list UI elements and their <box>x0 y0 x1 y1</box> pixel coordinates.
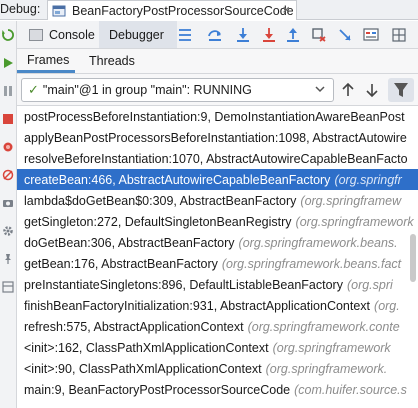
force-step-into-icon[interactable] <box>261 27 277 43</box>
frame-row[interactable]: resolveBeforeInstantiation:1070, Abstrac… <box>17 148 418 169</box>
frame-method: lambda$doGetBean$0:309, AbstractBeanFact… <box>24 193 297 208</box>
run-to-cursor-icon[interactable] <box>337 27 353 43</box>
run-config-tab[interactable]: BeanFactoryPostProcessorSourceCode × <box>47 0 297 20</box>
frame-row[interactable]: main:9, BeanFactoryPostProcessorSourceCo… <box>17 379 418 400</box>
frame-method: postProcessBeforeInstantiation:9, DemoIn… <box>24 109 405 124</box>
resume-icon[interactable] <box>2 57 14 69</box>
frame-package: (org.springframework.beans.fact <box>221 256 402 271</box>
debug-tool-window-header: Debug: BeanFactoryPostProcessorSourceCod… <box>0 0 418 20</box>
pin-icon[interactable] <box>2 253 14 265</box>
list-lines-icon[interactable] <box>177 27 193 43</box>
frame-row[interactable]: finishBeanFactoryInitialization:931, Abs… <box>17 295 418 316</box>
frame-row[interactable]: <init>:162, ClassPathXmlApplicationConte… <box>17 337 418 358</box>
previous-frame-icon[interactable] <box>339 81 357 99</box>
grid-icon[interactable] <box>391 27 407 43</box>
frame-method: resolveBeforeInstantiation:1070, Abstrac… <box>24 151 408 166</box>
console-tab-label: Console <box>49 27 95 42</box>
frame-method: applyBeanPostProcessorsBeforeInstantiati… <box>24 130 407 145</box>
layout-icon[interactable] <box>2 281 14 293</box>
frame-package: (org.springframew <box>300 193 402 208</box>
thread-dropdown-value: "main"@1 in group "main": RUNNING <box>42 83 252 97</box>
frame-package: (org.springfr <box>334 172 402 187</box>
frames-list: postProcessBeforeInstantiation:9, DemoIn… <box>17 106 418 408</box>
debugger-tab-label: Debugger <box>109 27 164 42</box>
camera-icon[interactable] <box>2 197 14 209</box>
frame-row[interactable]: refresh:575, AbstractApplicationContext(… <box>17 316 418 337</box>
frame-row[interactable]: getSingleton:272, DefaultSingletonBeanRe… <box>17 211 418 232</box>
frame-method: main:9, BeanFactoryPostProcessorSourceCo… <box>24 382 291 397</box>
left-action-bar <box>0 21 17 408</box>
view-breakpoints-icon[interactable] <box>2 141 14 153</box>
thread-selector-row: ✓ "main"@1 in group "main": RUNNING <box>17 74 418 106</box>
frame-method: getBean:176, AbstractBeanFactory <box>24 256 218 271</box>
frames-scrollbar[interactable] <box>408 106 418 408</box>
application-config-icon <box>52 4 66 18</box>
frame-row[interactable]: <init>:90, ClassPathXmlApplicationContex… <box>17 358 418 379</box>
thread-dropdown[interactable]: ✓ "main"@1 in group "main": RUNNING <box>21 78 334 102</box>
frame-row[interactable]: doGetBean:306, AbstractBeanFactory (org.s… <box>17 232 418 253</box>
frame-package: (org.springframework.conte <box>247 319 400 334</box>
step-into-icon[interactable] <box>235 27 251 43</box>
step-over-icon[interactable] <box>207 27 223 43</box>
stop-icon[interactable] <box>2 113 14 125</box>
frame-row[interactable]: preInstantiateSingletons:896, DefaultLis… <box>17 274 418 295</box>
debugger-toolbar: Console Debugger <box>17 21 418 49</box>
running-check-icon: ✓ <box>28 82 39 97</box>
frame-method: preInstantiateSingletons:896, DefaultLis… <box>24 277 343 292</box>
tab-frames-label: Frames <box>27 52 70 67</box>
frame-method: getSingleton:272, DefaultSingletonBeanRe… <box>24 214 292 229</box>
console-icon <box>29 28 43 41</box>
scrollbar-thumb[interactable] <box>410 234 416 282</box>
tab-frames[interactable]: Frames <box>17 49 75 73</box>
frame-method: createBean:466, AbstractAutowireCapableB… <box>24 172 331 187</box>
console-tab[interactable]: Console <box>17 21 99 48</box>
drop-frame-icon[interactable] <box>311 27 327 43</box>
frame-package: (org.springframework. <box>265 361 388 376</box>
debugger-tab[interactable]: Debugger <box>99 21 177 48</box>
frame-row[interactable]: createBean:466, AbstractAutowireCapableB… <box>17 169 418 190</box>
settings-icon[interactable] <box>2 225 14 237</box>
frame-row[interactable]: postProcessBeforeInstantiation:9, DemoIn… <box>17 106 418 127</box>
frame-package: (com.huifer.source.s <box>294 382 407 397</box>
frame-method: <init>:90, ClassPathXmlApplicationContex… <box>24 361 262 376</box>
frame-package: (org.springframework <box>272 340 391 355</box>
tab-threads-label: Threads <box>89 54 135 68</box>
frames-threads-tabs: Frames Threads <box>17 49 418 74</box>
pause-icon[interactable] <box>2 85 14 97</box>
next-frame-icon[interactable] <box>363 81 381 99</box>
frame-row[interactable]: applyBeanPostProcessorsBeforeInstantiati… <box>17 127 418 148</box>
step-out-icon[interactable] <box>285 27 301 43</box>
debug-label: Debug: <box>0 2 41 16</box>
frame-package: (org.springframework.beans. <box>238 235 398 250</box>
close-tab-icon[interactable]: × <box>282 2 290 17</box>
evaluate-icon[interactable] <box>363 27 379 43</box>
run-config-tab-label: BeanFactoryPostProcessorSourceCode <box>72 3 294 18</box>
frame-row[interactable]: getBean:176, AbstractBeanFactory (org.spr… <box>17 253 418 274</box>
tab-threads[interactable]: Threads <box>81 49 135 73</box>
frame-package: (org.springframework <box>295 214 414 229</box>
frame-method: refresh:575, AbstractApplicationContext <box>24 319 244 334</box>
chevron-down-icon[interactable] <box>314 83 326 95</box>
frame-package: (org.spri <box>346 277 393 292</box>
frame-method: doGetBean:306, AbstractBeanFactory <box>24 235 235 250</box>
mute-breakpoints-icon[interactable] <box>2 169 14 181</box>
frame-package: (org. <box>374 298 400 313</box>
frame-method: finishBeanFactoryInitialization:931, Abs… <box>24 298 371 313</box>
rerun-icon[interactable] <box>2 29 14 41</box>
filter-icon[interactable] <box>388 78 414 102</box>
frame-row[interactable]: lambda$doGetBean$0:309, AbstractBeanFact… <box>17 190 418 211</box>
frame-method: <init>:162, ClassPathXmlApplicationConte… <box>24 340 269 355</box>
